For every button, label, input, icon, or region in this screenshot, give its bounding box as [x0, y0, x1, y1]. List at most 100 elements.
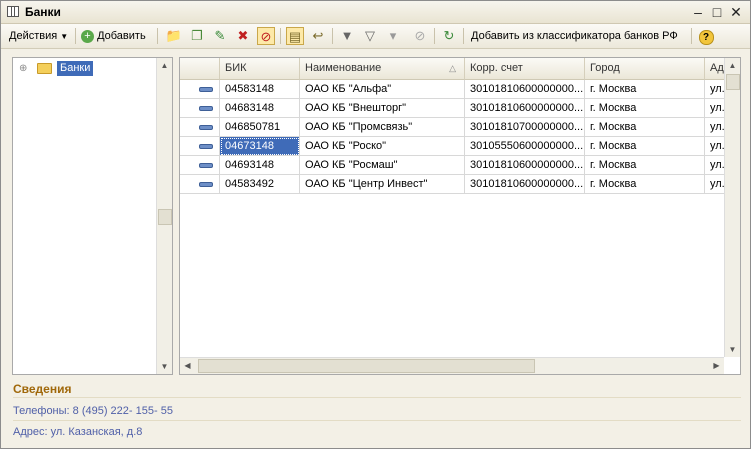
chevron-down-icon: ▼ — [60, 32, 69, 41]
column-header-corr-account[interactable]: Корр. счет — [465, 58, 585, 80]
minimize-button[interactable]: – — [690, 4, 706, 20]
table-cell-account[interactable]: 30105550600000000... — [465, 137, 585, 156]
close-button[interactable]: ✕ — [728, 4, 744, 20]
table-vertical-scrollbar[interactable]: ▲ ▼ — [724, 58, 740, 357]
record-icon — [199, 144, 213, 149]
filter-by-value-icon[interactable]: ▽ — [361, 27, 379, 45]
table-row[interactable]: 046850781 ОАО КБ "Промсвязь" 3010181070000… — [180, 118, 740, 137]
scroll-left-icon[interactable]: ◀ — [180, 358, 195, 373]
table-cell-account[interactable]: 30101810600000000... — [465, 156, 585, 175]
table-row[interactable]: 04673148 ОАО КБ "Роско" 30105550600000000.… — [180, 137, 740, 156]
table-cell-name[interactable]: ОАО КБ "Внешторг" — [300, 99, 465, 118]
table-cell-city[interactable]: г. Москва — [585, 137, 705, 156]
table-cell-bik[interactable]: 04583148 — [220, 80, 300, 99]
tree-vertical-scrollbar[interactable]: ▲ ▼ — [156, 58, 172, 374]
details-phones: Телефоны: 8 (495) 222- 155- 55 — [13, 405, 173, 417]
toolbar-separator — [157, 28, 158, 44]
table-cell-account[interactable]: 30101810600000000... — [465, 99, 585, 118]
table-cell-account[interactable]: 30101810600000000... — [465, 175, 585, 194]
expand-icon[interactable]: ⊕ — [19, 63, 27, 74]
clear-filter-icon[interactable]: ⊘ — [411, 27, 429, 45]
maximize-button[interactable]: □ — [709, 4, 725, 20]
filter-history-icon[interactable]: ▾ — [384, 27, 402, 45]
title-bar: Банки – □ ✕ — [1, 1, 750, 24]
help-icon[interactable]: ? — [697, 27, 715, 45]
folder-icon — [37, 63, 52, 74]
table-cell-bik[interactable]: 046850781 — [220, 118, 300, 137]
table-cell-name[interactable]: ОАО КБ "Центр Инвест" — [300, 175, 465, 194]
table-cell-city[interactable]: г. Москва — [585, 175, 705, 194]
table-horizontal-scrollbar[interactable]: ◀ ▶ — [180, 357, 724, 374]
hierarchy-view-icon[interactable]: ▤ — [286, 27, 304, 45]
table-cell-name[interactable]: ОАО КБ "Росмаш" — [300, 156, 465, 175]
table-cell-name[interactable]: ОАО КБ "Роско" — [300, 137, 465, 156]
copy-icon[interactable]: ❐ — [188, 27, 206, 45]
row-icon-cell — [180, 99, 220, 118]
column-header-name[interactable]: Наименование △ — [300, 58, 465, 80]
add-folder-icon[interactable]: 📁 — [165, 27, 183, 45]
table-row[interactable]: 04693148 ОАО КБ "Росмаш" 30101810600000000… — [180, 156, 740, 175]
scroll-thumb[interactable] — [158, 209, 172, 225]
row-icon-header[interactable] — [180, 58, 220, 80]
scroll-down-icon[interactable]: ▼ — [725, 342, 740, 357]
scroll-down-icon[interactable]: ▼ — [157, 359, 172, 374]
table-icon — [7, 6, 19, 17]
table-cell-name[interactable]: ОАО КБ "Альфа" — [300, 80, 465, 99]
column-header-name-label: Наименование — [305, 62, 382, 74]
table-cell-name[interactable]: ОАО КБ "Промсвязь" — [300, 118, 465, 137]
row-icon-cell — [180, 118, 220, 137]
table-cell-city[interactable]: г. Москва — [585, 118, 705, 137]
scroll-up-icon[interactable]: ▲ — [725, 58, 740, 73]
toolbar-separator — [280, 28, 281, 44]
scroll-up-icon[interactable]: ▲ — [157, 58, 172, 73]
table-cell-city[interactable]: г. Москва — [585, 80, 705, 99]
scroll-thumb[interactable] — [726, 74, 740, 90]
column-header-bik[interactable]: БИК — [220, 58, 300, 80]
actions-menu[interactable]: Действия ▼ — [9, 27, 68, 45]
row-icon-cell — [180, 80, 220, 99]
scroll-right-icon[interactable]: ▶ — [709, 358, 724, 373]
move-to-group-icon[interactable]: ↩ — [309, 27, 327, 45]
add-button[interactable]: + Добавить — [81, 27, 146, 45]
table-cell-bik[interactable]: 04693148 — [220, 156, 300, 175]
table-cell-bik[interactable]: 04583492 — [220, 175, 300, 194]
tree-item-banks[interactable]: Банки — [57, 61, 94, 76]
table-cell-bik[interactable]: 04683148 — [220, 99, 300, 118]
add-from-classifier-button[interactable]: Добавить из классификатора банков РФ — [471, 27, 678, 45]
row-icon-cell — [180, 175, 220, 194]
table-row[interactable]: 04683148 ОАО КБ "Внешторг" 301018106000000… — [180, 99, 740, 118]
row-icon-cell — [180, 156, 220, 175]
add-circle-icon: + — [81, 29, 94, 43]
details-title: Сведения — [13, 382, 72, 396]
table-cell-account[interactable]: 30101810600000000... — [465, 80, 585, 99]
record-icon — [199, 87, 213, 92]
delete-icon[interactable]: ✖ — [234, 27, 252, 45]
table-row[interactable]: 04583148 ОАО КБ "Альфа" 30101810600000000.… — [180, 80, 740, 99]
details-address: Адрес: ул. Казанская, д.8 — [13, 426, 143, 438]
record-icon — [199, 182, 213, 187]
table-cell-city[interactable]: г. Москва — [585, 99, 705, 118]
filter-icon[interactable]: ▼ — [338, 27, 356, 45]
toolbar-separator — [434, 28, 435, 44]
scroll-thumb[interactable] — [198, 359, 535, 373]
toolbar-separator — [463, 28, 464, 44]
toolbar-separator — [75, 28, 76, 44]
table-cell-bik[interactable]: 04673148 — [220, 137, 300, 156]
toolbar-separator — [691, 28, 692, 44]
table-row[interactable]: 04583492 ОАО КБ "Центр Инвест" 30101810600… — [180, 175, 740, 194]
record-icon — [199, 125, 213, 130]
mark-delete-icon[interactable]: ⊘ — [257, 27, 275, 45]
window-title: Банки — [25, 5, 61, 19]
toolbar-separator — [332, 28, 333, 44]
row-icon-cell — [180, 137, 220, 156]
table-cell-account[interactable]: 30101810700000000... — [465, 118, 585, 137]
table-cell-city[interactable]: г. Москва — [585, 156, 705, 175]
column-header-city[interactable]: Город — [585, 58, 705, 80]
refresh-icon[interactable]: ↻ — [440, 27, 458, 45]
edit-icon[interactable]: ✎ — [211, 27, 229, 45]
record-icon — [199, 106, 213, 111]
banks-table: БИК Наименование △ Корр. счет Город Ад 0… — [179, 57, 741, 375]
banks-window: Банки – □ ✕ Действия ▼ + Добавить 📁 ❐ ✎ … — [0, 0, 751, 449]
record-icon — [199, 163, 213, 168]
actions-label: Действия — [9, 30, 58, 42]
